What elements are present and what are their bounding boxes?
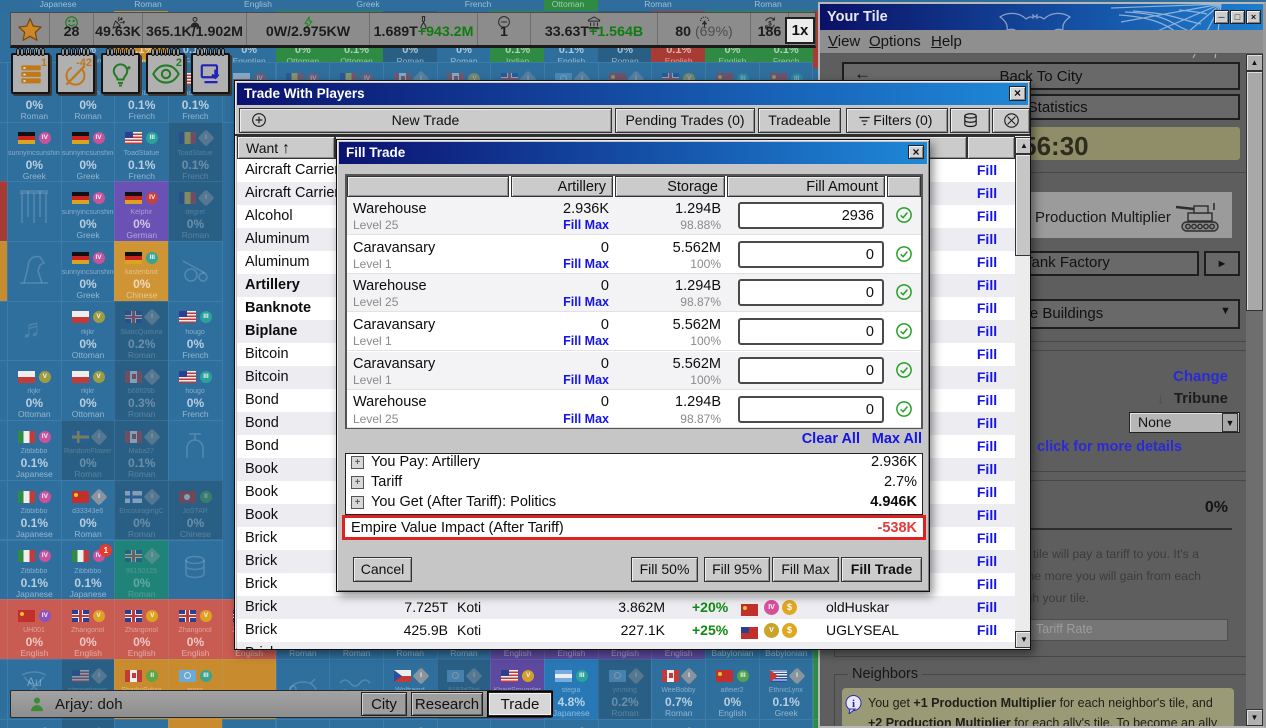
svg-text:i: i bbox=[852, 698, 855, 710]
